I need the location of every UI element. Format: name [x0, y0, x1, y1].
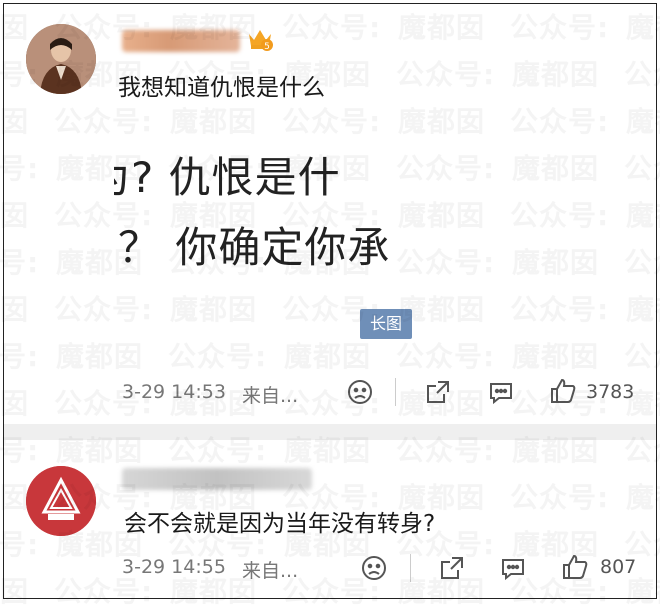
- long-image-button[interactable]: 长图: [360, 309, 412, 339]
- username-blurred[interactable]: [122, 30, 240, 52]
- comment-date: 3-29 14:55: [122, 556, 226, 578]
- svg-text:5: 5: [264, 42, 270, 52]
- comment-separator: [4, 424, 656, 440]
- image-line-1: 为? 仇恨是什: [114, 153, 341, 202]
- like-count: 3783: [586, 381, 635, 403]
- dislike-face-icon[interactable]: [346, 378, 374, 410]
- comment-text: 我想知道仇恨是什么: [118, 75, 325, 101]
- comment-source[interactable]: 来自...: [242, 381, 298, 408]
- like-count: 807: [600, 556, 637, 578]
- vip-crown-icon: 5: [246, 26, 274, 56]
- long-image-preview[interactable]: 为? 仇恨是什 ？ 你确定你承: [114, 132, 414, 274]
- avatar-portrait-icon: [26, 24, 96, 94]
- comment-icon[interactable]: [499, 554, 527, 586]
- comment-source[interactable]: 来自...: [242, 556, 298, 583]
- comment-2: 会不会就是因为当年没有转身? 3-29 14:55 来自... 807: [4, 440, 656, 598]
- divider: [410, 554, 411, 582]
- logo-avatar-icon: [26, 466, 96, 536]
- share-icon[interactable]: [438, 554, 466, 586]
- like-thumb-icon[interactable]: [560, 552, 590, 586]
- screenshot-frame: 5 我想知道仇恨是什么 为? 仇恨是什 ？ 你确定你承 长图 3-29 14:5…: [3, 3, 657, 599]
- avatar[interactable]: [26, 24, 96, 94]
- avatar[interactable]: [26, 466, 96, 536]
- dislike-face-icon[interactable]: [360, 554, 388, 586]
- like-thumb-icon[interactable]: [548, 376, 578, 410]
- divider: [395, 378, 396, 406]
- username-blurred[interactable]: [122, 468, 312, 490]
- comment-1: 5 我想知道仇恨是什么 为? 仇恨是什 ？ 你确定你承 长图 3-29 14:5…: [4, 4, 656, 424]
- share-icon[interactable]: [424, 378, 452, 410]
- image-line-2: ？ 你确定你承: [118, 223, 391, 272]
- comment-date: 3-29 14:53: [122, 381, 226, 403]
- comment-icon[interactable]: [487, 378, 515, 410]
- comment-text: 会不会就是因为当年没有转身?: [124, 511, 436, 537]
